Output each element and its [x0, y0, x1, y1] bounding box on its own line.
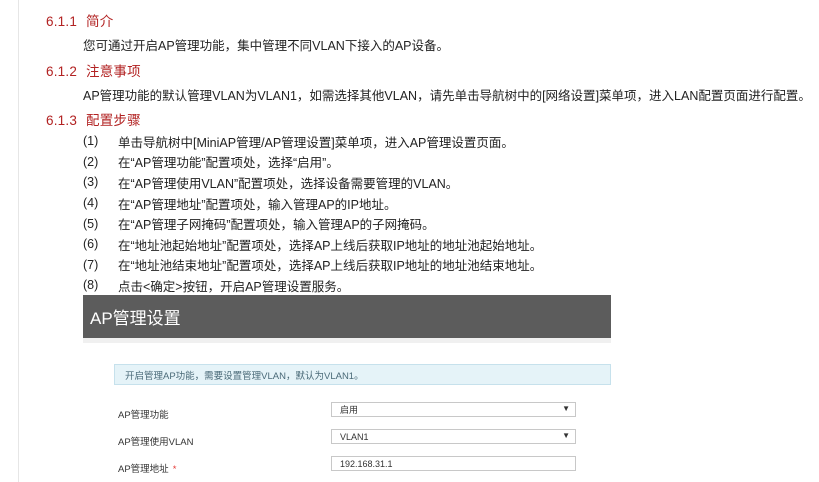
step-index: (1)	[83, 134, 99, 149]
section-title: 注意事项	[86, 64, 141, 79]
step-item: (2) 在“AP管理功能”配置项处，选择“启用”。	[83, 152, 542, 173]
step-text: 在“地址池结束地址”配置项处，选择AP上线后获取IP地址的地址池结束地址。	[118, 259, 543, 274]
step-item: (1) 单击导航树中[MiniAP管理/AP管理设置]菜单项，进入AP管理设置页面…	[83, 131, 542, 152]
ap-management-value: 启用	[340, 405, 359, 415]
ap-address-input[interactable]: 192.168.31.1	[331, 456, 576, 471]
step-text: 单击导航树中[MiniAP管理/AP管理设置]菜单项，进入AP管理设置页面。	[118, 135, 514, 150]
step-index: (7)	[83, 257, 99, 272]
ap-address-label-row: AP管理地址 *	[118, 461, 176, 475]
section-number: 6.1.1	[46, 14, 78, 29]
required-mark: *	[172, 464, 177, 475]
step-index: (2)	[83, 154, 99, 169]
ap-vlan-value: VLAN1	[340, 431, 369, 442]
step-text: 在“地址池起始地址”配置项处，选择AP上线后获取IP地址的地址池起始地址。	[118, 238, 543, 253]
ap-management-label: AP管理功能	[118, 410, 169, 421]
section-number: 6.1.3	[46, 113, 78, 128]
step-item: (6) 在“地址池起始地址”配置项处，选择AP上线后获取IP地址的地址池起始地址。	[83, 234, 542, 255]
steps-list: (1) 单击导航树中[MiniAP管理/AP管理设置]菜单项，进入AP管理设置页面…	[83, 131, 542, 296]
dropdown-caret-icon: ▼	[562, 431, 570, 440]
ap-settings-screenshot: AP管理设置 开启管理AP功能，需要设置管理VLAN，默认为VLAN1。 AP管…	[83, 295, 611, 482]
step-index: (4)	[83, 196, 99, 211]
section-title: 配置步骤	[86, 113, 141, 128]
step-item: (7) 在“地址池结束地址”配置项处，选择AP上线后获取IP地址的地址池结束地址。	[83, 255, 542, 276]
section-title: 简介	[86, 14, 114, 29]
ap-management-select[interactable]: 启用 ▼	[331, 402, 576, 417]
step-item: (5) 在“AP管理子网掩码”配置项处，输入管理AP的子网掩码。	[83, 213, 542, 234]
ap-vlan-label: AP管理使用VLAN	[118, 437, 194, 448]
left-rule	[18, 0, 19, 482]
dropdown-caret-icon: ▼	[562, 404, 570, 413]
step-item: (8) 点击<确定>按钮，开启AP管理设置服务。	[83, 275, 542, 296]
step-text: 在“AP管理地址”配置项处，输入管理AP的IP地址。	[118, 197, 397, 212]
step-text: 在“AP管理功能”配置项处，选择“启用”。	[118, 156, 339, 171]
section-heading-steps: 6.1.3 配置步骤	[46, 109, 141, 129]
step-item: (4) 在“AP管理地址”配置项处，输入管理AP的IP地址。	[83, 193, 542, 214]
info-tip: 开启管理AP功能，需要设置管理VLAN，默认为VLAN1。	[114, 364, 611, 385]
notes-paragraph: AP管理功能的默认管理VLAN为VLAN1，如需选择其他VLAN，请先单击导航树…	[83, 89, 811, 103]
section-number: 6.1.2	[46, 64, 78, 79]
step-index: (5)	[83, 216, 99, 231]
ap-address-value: 192.168.31.1	[340, 458, 393, 469]
section-heading-intro: 6.1.1 简介	[46, 10, 113, 30]
ap-settings-title: AP管理设置	[83, 295, 611, 338]
section-heading-notes: 6.1.2 注意事项	[46, 60, 141, 80]
intro-paragraph: 您可通过开启AP管理功能，集中管理不同VLAN下接入的AP设备。	[83, 39, 450, 53]
step-text: 点击<确定>按钮，开启AP管理设置服务。	[118, 279, 350, 294]
ap-address-label: AP管理地址	[118, 464, 169, 475]
ap-vlan-select[interactable]: VLAN1 ▼	[331, 429, 576, 444]
step-index: (3)	[83, 175, 99, 190]
step-text: 在“AP管理子网掩码”配置项处，输入管理AP的子网掩码。	[118, 218, 435, 233]
ap-settings-form: 开启管理AP功能，需要设置管理VLAN，默认为VLAN1。 AP管理功能 启用 …	[83, 343, 611, 482]
step-item: (3) 在“AP管理使用VLAN”配置项处，选择设备需要管理的VLAN。	[83, 172, 542, 193]
step-text: 在“AP管理使用VLAN”配置项处，选择设备需要管理的VLAN。	[118, 176, 459, 191]
step-index: (8)	[83, 278, 99, 293]
step-index: (6)	[83, 237, 99, 252]
